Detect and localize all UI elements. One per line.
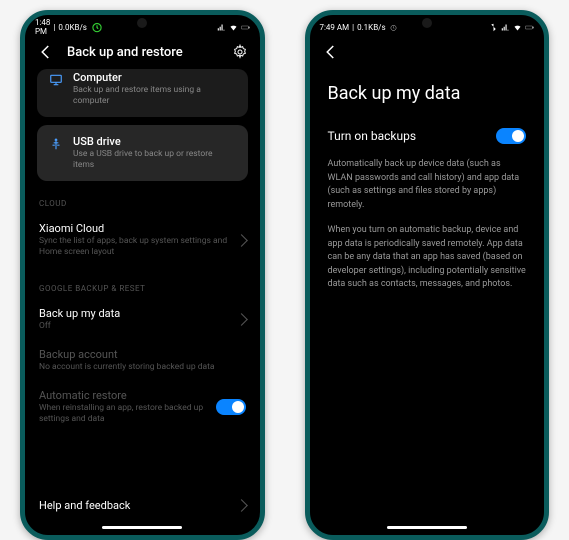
battery-icon: [241, 23, 250, 32]
ar-title: Automatic restore: [39, 389, 208, 402]
computer-sub: Back up and restore items using a comput…: [73, 85, 236, 107]
backup-account-row[interactable]: Backup account No account is currently s…: [37, 340, 248, 381]
home-indicator[interactable]: [102, 526, 182, 529]
backup-my-data-row[interactable]: Back up my data Off: [37, 299, 248, 340]
auto-restore-row[interactable]: Automatic restore When reinstalling an a…: [37, 381, 248, 433]
xiaomi-title: Xiaomi Cloud: [39, 222, 229, 235]
bluetooth-icon: [489, 23, 498, 32]
bmd-title: Back up my data: [39, 307, 229, 320]
ar-sub: When reinstalling an app, restore backed…: [39, 403, 208, 425]
status-time: 1:48 PM: [35, 18, 50, 36]
help-feedback-row[interactable]: Help and feedback: [25, 489, 260, 522]
header: [310, 35, 545, 69]
computer-title: Computer: [73, 71, 236, 84]
header: Back up and restore: [25, 35, 260, 69]
content-scroll[interactable]: Computer Back up and restore items using…: [25, 69, 260, 489]
usb-icon: [49, 137, 63, 151]
status-net: 0.1KB/s: [357, 23, 386, 32]
chevron-icon: [235, 234, 248, 247]
chevron-icon: [235, 313, 248, 326]
xiaomi-cloud-row[interactable]: Xiaomi Cloud Sync the list of apps, back…: [37, 214, 248, 266]
ba-sub: No account is currently storing backed u…: [39, 362, 246, 373]
help-title: Help and feedback: [39, 499, 229, 512]
signal-icon: [217, 23, 226, 32]
ba-title: Backup account: [39, 348, 246, 361]
back-icon[interactable]: [322, 43, 340, 61]
status-net: 0.0KB/s: [58, 23, 87, 32]
google-label: GOOGLE BACKUP & RESET: [39, 284, 246, 293]
back-icon[interactable]: [37, 43, 55, 61]
battery-icon: [525, 23, 534, 32]
gear-icon[interactable]: [232, 44, 248, 60]
phone-right: 7:49 AM | 0.1KB/s Back up my data Turn o…: [305, 10, 550, 540]
phone-left: 1:48 PM | 0.0KB/s Back up and restore Co…: [20, 10, 265, 540]
usb-sub: Use a USB drive to back up or restore it…: [73, 149, 236, 171]
notch: [422, 18, 432, 28]
usb-card[interactable]: USB drive Use a USB drive to back up or …: [37, 125, 248, 181]
wifi-icon: [229, 23, 238, 32]
signal-icon: [501, 23, 510, 32]
turn-on-label: Turn on backups: [328, 129, 417, 143]
backups-toggle[interactable]: [496, 128, 526, 144]
computer-icon: [49, 73, 63, 87]
cloud-label: CLOUD: [39, 199, 246, 208]
xiaomi-sub: Sync the list of apps, back up system se…: [39, 236, 229, 258]
page-title: Back up my data: [310, 69, 545, 124]
alarm-icon: [389, 23, 398, 32]
page-title: Back up and restore: [67, 45, 220, 60]
usb-title: USB drive: [73, 135, 236, 148]
description-2: When you turn on automatic backup, devic…: [310, 222, 545, 302]
alarm-icon: [90, 20, 104, 34]
wifi-icon: [513, 23, 522, 32]
home-indicator[interactable]: [387, 526, 467, 529]
notch: [137, 18, 147, 28]
bmd-sub: Off: [39, 321, 229, 332]
turn-on-backups-row[interactable]: Turn on backups: [310, 124, 545, 156]
computer-card[interactable]: Computer Back up and restore items using…: [37, 69, 248, 117]
auto-restore-toggle[interactable]: [216, 399, 246, 415]
description-1: Automatically back up device data (such …: [310, 156, 545, 222]
status-time: 7:49 AM: [320, 23, 350, 32]
chevron-icon: [235, 499, 248, 512]
